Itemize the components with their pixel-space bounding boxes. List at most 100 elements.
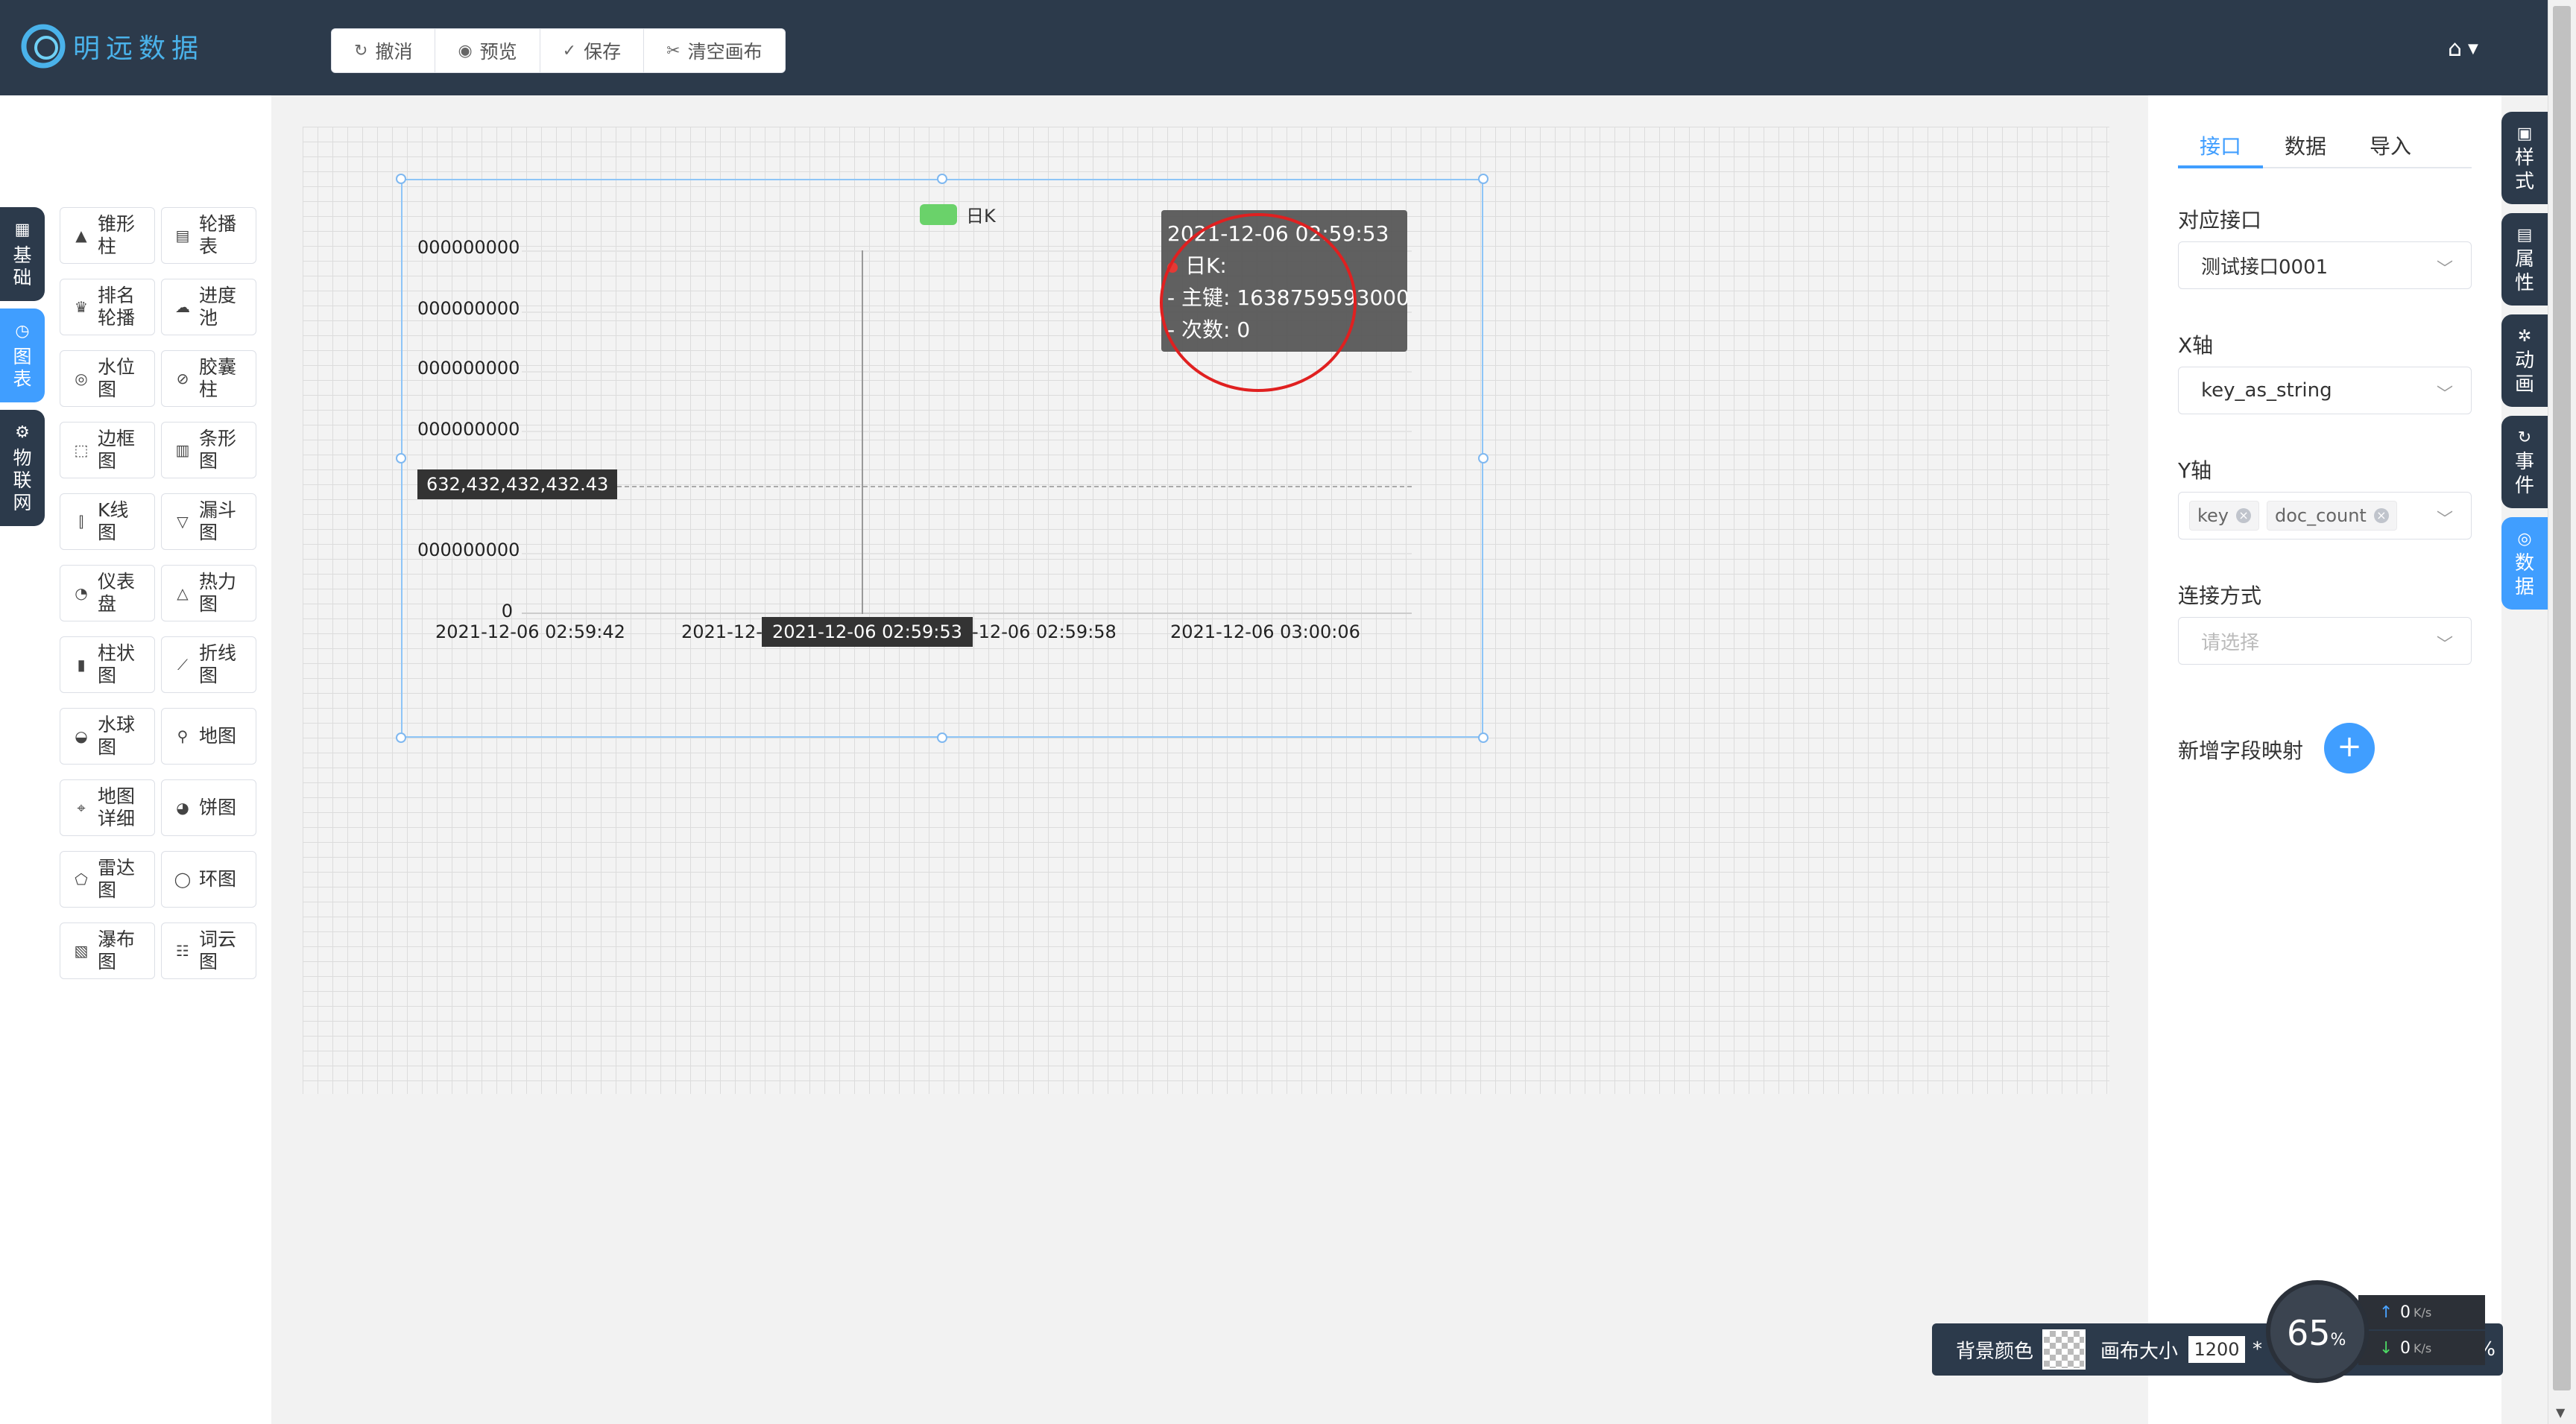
comp-ranking[interactable]: ♛ 排名轮播	[60, 279, 155, 335]
tab-interface[interactable]: 接口	[2178, 128, 2263, 168]
comp-carousel-table[interactable]: ▤ 轮播表	[161, 207, 256, 264]
resize-handle-mr[interactable]	[1478, 453, 1489, 463]
resize-handle-tl[interactable]	[396, 174, 406, 184]
tab-basic[interactable]: ▦ 基础	[0, 207, 45, 301]
water-level-icon: ◎	[75, 370, 88, 387]
property-tabs: ▣ 样式 ▤ 属性 ✲ 动画 ↻ 事件 ◎ 数据	[2501, 112, 2548, 618]
tab-import[interactable]: 导入	[2348, 128, 2433, 167]
bar-icon: ▥	[175, 441, 190, 459]
comp-map-detail[interactable]: ⌖ 地图详细	[60, 779, 155, 836]
comp-radar[interactable]: ⬠ 雷达图	[60, 851, 155, 908]
tab-data[interactable]: 数据	[2263, 128, 2348, 167]
map-detail-icon: ⌖	[77, 799, 86, 817]
grid-icon: ▦	[14, 221, 31, 239]
upload-speed: ↑ 0 K/s	[2358, 1295, 2485, 1329]
logo-text: 明远数据	[73, 34, 205, 64]
chevron-down-icon: ﹀	[2436, 385, 2453, 404]
resize-handle-tc[interactable]	[937, 174, 947, 184]
chart-legend[interactable]: 日K	[920, 201, 996, 227]
category-tabs: ▦ 基础 ◷ 图表 ⚙ 物联网	[0, 207, 45, 534]
scrollbar-thumb[interactable]	[2553, 6, 2571, 1390]
tab-data-config[interactable]: ◎ 数据	[2501, 517, 2548, 610]
app-logo[interactable]: 明远数据	[19, 22, 204, 70]
x-axis-select[interactable]: key_as_string ﹀	[2178, 367, 2472, 414]
tab-animation[interactable]: ✲ 动画	[2501, 314, 2548, 407]
add-mapping-button[interactable]: +	[2324, 723, 2375, 773]
comp-label: 胶囊柱	[199, 356, 237, 400]
tab-property[interactable]: ▤ 属性	[2501, 213, 2548, 306]
home-menu[interactable]: ⌂ ▼	[2448, 36, 2478, 62]
y-tick-label: 000000000	[417, 419, 520, 440]
comp-kline[interactable]: ⫿ K线图	[60, 493, 155, 550]
resize-handle-bc[interactable]	[937, 732, 947, 743]
arrow-down-icon: ↓	[2379, 1338, 2393, 1358]
grid-line	[522, 431, 1412, 432]
y-tick-label: 000000000	[417, 298, 520, 319]
interface-value: 测试接口0001	[2201, 256, 2329, 279]
comp-label: K线图	[98, 499, 129, 543]
comp-pie[interactable]: ◕ 饼图	[161, 779, 256, 836]
times-sign: *	[2253, 1338, 2263, 1361]
animation-icon: ✲	[2517, 327, 2532, 346]
home-icon: ⌂	[2448, 36, 2463, 62]
comp-waterfall[interactable]: ▧ 瀑布图	[60, 923, 155, 979]
comp-progress-pool[interactable]: ☁ 进度池	[161, 279, 256, 335]
y-axis-tag[interactable]: key ×	[2189, 501, 2260, 531]
close-icon[interactable]: ×	[2236, 508, 2252, 523]
tab-iot[interactable]: ⚙ 物联网	[0, 410, 45, 526]
comp-liquid-ball[interactable]: ◒ 水球图	[60, 708, 155, 765]
property-icon: ▤	[2516, 226, 2533, 244]
tab-style-label: 样式	[2514, 147, 2534, 193]
tab-property-label: 属性	[2514, 248, 2534, 294]
resize-handle-bl[interactable]	[396, 732, 406, 743]
comp-map[interactable]: ⚲ 地图	[161, 708, 256, 765]
waterfall-icon: ▧	[74, 942, 89, 960]
preview-label: 预览	[479, 41, 517, 63]
iot-icon: ⚙	[15, 423, 30, 442]
bg-color-picker[interactable]	[2042, 1329, 2086, 1370]
page-scrollbar[interactable]: ▼	[2548, 0, 2576, 1424]
y-axis-tag[interactable]: doc_count ×	[2267, 501, 2397, 531]
tab-style[interactable]: ▣ 样式	[2501, 112, 2548, 204]
line-chart-icon: ⟋	[177, 656, 188, 674]
connect-select[interactable]: 请选择 ﹀	[2178, 617, 2472, 665]
tab-chart[interactable]: ◷ 图表	[0, 308, 45, 402]
resize-handle-tr[interactable]	[1478, 174, 1489, 184]
comp-ring[interactable]: ◯ 环图	[161, 851, 256, 908]
axis-pointer-line	[862, 250, 863, 614]
preview-button[interactable]: ◉ 预览	[435, 29, 540, 72]
comp-column[interactable]: ▮ 柱状图	[60, 636, 155, 693]
chevron-down-icon: ﹀	[2436, 636, 2453, 654]
undo-icon: ↻	[354, 41, 368, 60]
comp-label: 柱状图	[98, 642, 136, 686]
canvas-size-label: 画布大小	[2100, 1340, 2179, 1363]
comp-label: 水位图	[98, 356, 136, 400]
scroll-down-icon[interactable]: ▼	[2556, 1405, 2565, 1420]
comp-word-cloud[interactable]: ☷ 词云图	[161, 923, 256, 979]
comp-heatmap[interactable]: △ 热力图	[161, 565, 256, 621]
comp-funnel[interactable]: ▽ 漏斗图	[161, 493, 256, 550]
tag-label: doc_count	[2275, 505, 2367, 526]
network-monitor-widget[interactable]: ↑ 0 K/s ↓ 0 K/s 65%	[2266, 1280, 2485, 1383]
comp-cone-column[interactable]: ▲ 锥形柱	[60, 207, 155, 264]
canvas-width-input[interactable]: 1200	[2188, 1336, 2246, 1363]
comp-capsule[interactable]: ⊘ 胶囊柱	[161, 350, 256, 407]
progress-pool-icon: ☁	[175, 298, 190, 316]
save-button[interactable]: ✓ 保存	[540, 29, 645, 72]
liquid-ball-icon: ◒	[75, 727, 88, 745]
comp-line[interactable]: ⟋ 折线图	[161, 636, 256, 693]
kline-icon: ⫿	[78, 513, 84, 531]
comp-border[interactable]: ⬚ 边框图	[60, 422, 155, 478]
interface-select[interactable]: 测试接口0001 ﹀	[2178, 241, 2472, 289]
comp-gauge[interactable]: ◔ 仪表盘	[60, 565, 155, 621]
undo-button[interactable]: ↻ 撤消	[332, 29, 436, 72]
comp-label: 地图	[199, 725, 237, 747]
close-icon[interactable]: ×	[2373, 508, 2389, 523]
tab-event[interactable]: ↻ 事件	[2501, 416, 2548, 508]
resize-handle-br[interactable]	[1478, 732, 1489, 743]
clear-canvas-button[interactable]: ✂ 清空画布	[644, 29, 784, 72]
comp-water-level[interactable]: ◎ 水位图	[60, 350, 155, 407]
resize-handle-ml[interactable]	[396, 453, 406, 463]
y-axis-multiselect[interactable]: key × doc_count × ﹀	[2178, 492, 2472, 539]
comp-bar[interactable]: ▥ 条形图	[161, 422, 256, 478]
